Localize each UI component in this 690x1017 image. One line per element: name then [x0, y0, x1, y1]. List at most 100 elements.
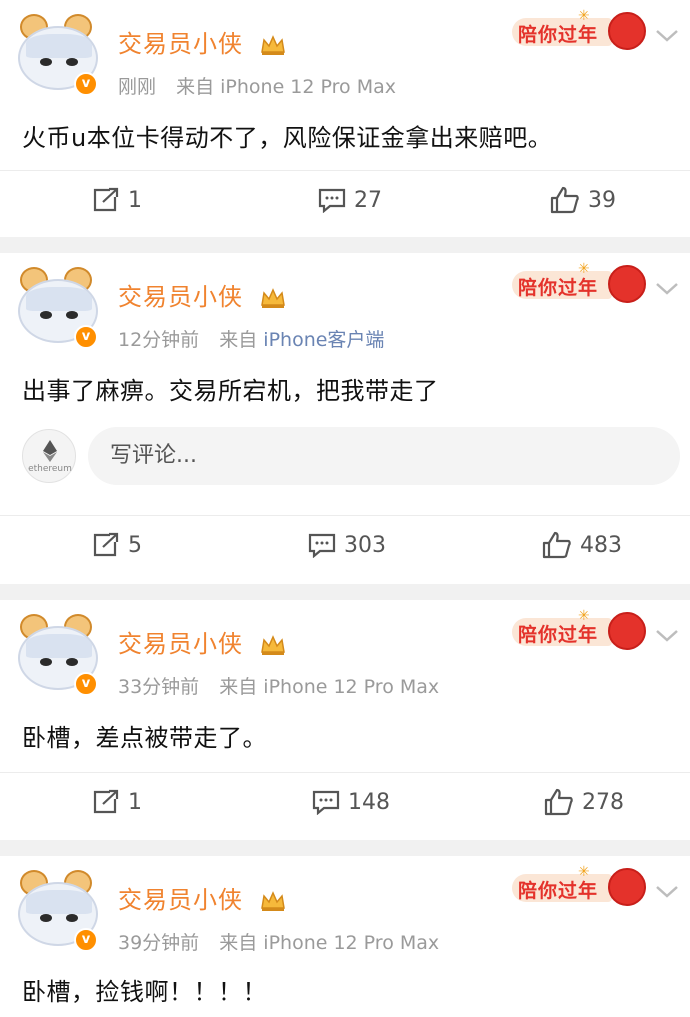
- member-crown-icon: [260, 288, 285, 308]
- repost-count: 1: [128, 789, 142, 815]
- like-button[interactable]: 278: [544, 785, 624, 819]
- post-meta: 33分钟前 来自 iPhone 12 Pro Max: [118, 672, 439, 699]
- festival-badge: 陪你过年 ✳: [512, 864, 652, 912]
- username[interactable]: 交易员小侠: [118, 630, 243, 658]
- post-separator: [0, 840, 690, 856]
- festival-badge: 陪你过年 ✳: [512, 608, 652, 656]
- thumbs-up-icon: [544, 788, 573, 816]
- commenter-avatar-label: ethereum: [28, 464, 72, 474]
- thumbs-up-icon: [550, 186, 579, 214]
- comment-composer: ethereum 写评论...: [0, 421, 690, 487]
- post-meta: 39分钟前 来自 iPhone 12 Pro Max: [118, 928, 439, 955]
- repost-button[interactable]: 1: [92, 785, 142, 819]
- source-prefix: 来自: [219, 676, 258, 698]
- chevron-down-icon[interactable]: [654, 24, 680, 46]
- comment-input[interactable]: 写评论...: [88, 427, 680, 485]
- like-button[interactable]: 39: [550, 183, 616, 217]
- avatar[interactable]: v: [18, 14, 98, 96]
- post-source-link[interactable]: iPhone客户端: [263, 329, 384, 351]
- festival-badge-text: 陪你过年: [518, 24, 599, 46]
- festival-badge: 陪你过年 ✳: [512, 261, 652, 309]
- comment-icon: [308, 533, 336, 558]
- like-count: 483: [580, 532, 622, 558]
- repost-button[interactable]: 1: [92, 183, 142, 217]
- lantern-icon: [608, 12, 646, 50]
- member-crown-icon: [260, 635, 285, 655]
- avatar[interactable]: v: [18, 614, 98, 696]
- comment-button[interactable]: 27: [318, 183, 382, 217]
- comment-count: 303: [344, 532, 386, 558]
- post-time: 12分钟前: [118, 329, 200, 351]
- comment-count: 27: [354, 187, 382, 213]
- repost-icon: [93, 789, 119, 814]
- post-content: 出事了麻痹。交易所宕机，把我带走了: [22, 377, 439, 405]
- username-row[interactable]: 交易员小侠: [118, 24, 286, 59]
- lantern-icon: [608, 265, 646, 303]
- post-content: 卧槽，差点被带走了。: [22, 724, 267, 752]
- avatar[interactable]: v: [18, 870, 98, 952]
- username-row[interactable]: 交易员小侠: [118, 624, 286, 659]
- repost-icon: [93, 187, 119, 212]
- username[interactable]: 交易员小侠: [118, 283, 243, 311]
- post-meta: 12分钟前 来自 iPhone客户端: [118, 325, 384, 352]
- member-crown-icon: [260, 891, 285, 911]
- weibo-feed: v 交易员小侠 刚刚 来自 iPhone 12 Pro Max 陪你过年 ✳ 火…: [0, 0, 690, 1017]
- username[interactable]: 交易员小侠: [118, 886, 243, 914]
- like-count: 39: [588, 187, 616, 213]
- post-content: 卧槽，捡钱啊！！！！: [22, 978, 267, 1006]
- post-card[interactable]: v 交易员小侠 39分钟前 来自 iPhone 12 Pro Max 陪你过年 …: [0, 856, 690, 1017]
- post-meta: 刚刚 来自 iPhone 12 Pro Max: [118, 72, 396, 99]
- source-prefix: 来自: [176, 76, 215, 98]
- username[interactable]: 交易员小侠: [118, 30, 243, 58]
- commenter-avatar[interactable]: ethereum: [22, 429, 76, 483]
- festival-badge-text: 陪你过年: [518, 277, 599, 299]
- verified-badge-icon: v: [74, 672, 98, 696]
- ethereum-logo-icon: [43, 440, 57, 462]
- repost-icon: [93, 532, 119, 557]
- festival-badge: 陪你过年 ✳: [512, 8, 652, 56]
- like-button[interactable]: 483: [542, 528, 622, 562]
- lantern-icon: [608, 612, 646, 650]
- member-crown-icon: [260, 35, 285, 55]
- avatar[interactable]: v: [18, 267, 98, 349]
- thumbs-up-icon: [542, 531, 571, 559]
- post-separator: [0, 584, 690, 600]
- comment-count: 148: [348, 789, 390, 815]
- festival-badge-text: 陪你过年: [518, 624, 599, 646]
- firework-icon: ✳: [578, 8, 590, 24]
- chevron-down-icon[interactable]: [654, 624, 680, 646]
- post-card[interactable]: v 交易员小侠 刚刚 来自 iPhone 12 Pro Max 陪你过年 ✳ 火…: [0, 0, 690, 237]
- username-row[interactable]: 交易员小侠: [118, 277, 286, 312]
- firework-icon: ✳: [578, 261, 590, 277]
- comment-button[interactable]: 303: [308, 528, 386, 562]
- festival-badge-text: 陪你过年: [518, 880, 599, 902]
- action-bar: 1 148 278: [0, 772, 690, 816]
- post-time: 39分钟前: [118, 932, 200, 954]
- post-source: iPhone 12 Pro Max: [263, 932, 440, 954]
- username-row[interactable]: 交易员小侠: [118, 880, 286, 915]
- firework-icon: ✳: [578, 608, 590, 624]
- source-prefix: 来自: [219, 932, 258, 954]
- post-card[interactable]: v 交易员小侠 33分钟前 来自 iPhone 12 Pro Max 陪你过年 …: [0, 600, 690, 840]
- action-bar: 1 27 39: [0, 170, 690, 214]
- comment-icon: [318, 188, 346, 213]
- post-source: iPhone 12 Pro Max: [263, 676, 440, 698]
- repost-count: 5: [128, 532, 142, 558]
- chevron-down-icon[interactable]: [654, 880, 680, 902]
- post-source: iPhone 12 Pro Max: [220, 76, 396, 98]
- lantern-icon: [608, 868, 646, 906]
- firework-icon: ✳: [578, 864, 590, 880]
- chevron-down-icon[interactable]: [654, 277, 680, 299]
- source-prefix: 来自: [219, 329, 258, 351]
- post-card[interactable]: v 交易员小侠 12分钟前 来自 iPhone客户端 陪你过年 ✳ 出事了麻痹。…: [0, 253, 690, 584]
- action-bar: 5 303 483: [0, 515, 690, 559]
- comment-icon: [312, 790, 340, 815]
- verified-badge-icon: v: [74, 928, 98, 952]
- comment-button[interactable]: 148: [312, 785, 390, 819]
- repost-count: 1: [128, 187, 142, 213]
- post-time: 刚刚: [118, 76, 157, 98]
- post-time: 33分钟前: [118, 676, 200, 698]
- repost-button[interactable]: 5: [92, 528, 142, 562]
- post-content: 火币u本位卡得动不了，风险保证金拿出来赔吧。: [22, 124, 553, 152]
- verified-badge-icon: v: [74, 325, 98, 349]
